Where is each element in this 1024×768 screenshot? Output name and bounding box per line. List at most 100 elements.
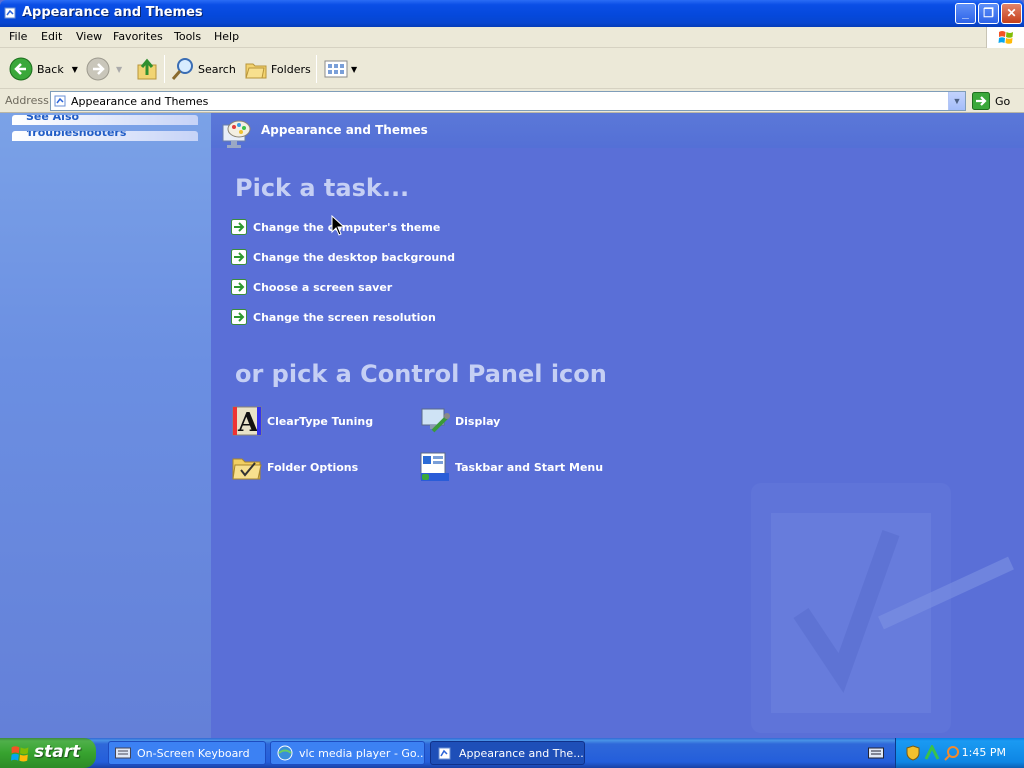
main-content: Appearance and Themes Pick a task... Cha…: [211, 113, 1024, 738]
appearance-themes-icon: [222, 120, 251, 148]
see-also-panel-header[interactable]: See Also »: [12, 115, 198, 125]
chevron-icon: »: [26, 131, 188, 136]
forward-button[interactable]: ▼: [86, 56, 122, 82]
windows-flag-icon: [998, 31, 1013, 44]
clock: 1:45 PM: [961, 746, 1006, 759]
restore-icon: ❐: [983, 6, 994, 20]
address-label: Address: [5, 94, 49, 107]
globe-icon: [277, 745, 293, 761]
address-input[interactable]: Appearance and Themes ▼: [50, 91, 966, 111]
start-button[interactable]: start: [0, 738, 96, 768]
cleartype-tuning-link[interactable]: A ClearType Tuning: [231, 405, 373, 437]
taskbar-item-label: vlc media player - Go...: [299, 746, 424, 760]
window-title: Appearance and Themes: [22, 5, 203, 20]
menu-view[interactable]: View: [76, 30, 102, 43]
menu-tools[interactable]: Tools: [174, 30, 201, 43]
cleartype-icon: A: [232, 406, 262, 437]
task-link-desktop-background[interactable]: Change the desktop background: [231, 248, 455, 266]
task-label: Change the screen resolution: [253, 310, 436, 324]
up-folder-icon: [137, 58, 157, 80]
green-arrow-icon: [231, 279, 247, 295]
green-arrow-icon: [231, 309, 247, 325]
address-dropdown-button[interactable]: ▼: [948, 92, 965, 110]
troubleshooters-panel-header[interactable]: Troubleshooters »: [12, 131, 198, 141]
chevron-icon: »: [26, 115, 188, 120]
control-panel-icon: [54, 95, 66, 107]
control-panel-icon: [4, 7, 16, 19]
windows-logo: [986, 27, 1024, 48]
category-header: Appearance and Themes: [211, 113, 1024, 148]
views-icon: [324, 60, 348, 78]
keyboard-icon: [115, 747, 131, 759]
views-button[interactable]: ▼: [324, 56, 357, 82]
back-button[interactable]: Back ▼: [9, 56, 78, 82]
chevron-down-icon: ▼: [952, 96, 962, 106]
system-tray: 1:45 PM: [895, 738, 1024, 768]
forward-arrow-icon: [86, 57, 110, 81]
checkmark-watermark-icon: [751, 483, 1014, 733]
task-label: Change the computer's theme: [253, 220, 441, 234]
taskbar-item-on-screen-keyboard[interactable]: On-Screen Keyboard: [108, 741, 266, 765]
close-button[interactable]: ✕: [1001, 3, 1022, 24]
task-link-screen-saver[interactable]: Choose a screen saver: [231, 278, 392, 296]
task-link-screen-resolution[interactable]: Change the screen resolution: [231, 308, 436, 326]
icon-label: Display: [455, 414, 501, 428]
up-folder-button[interactable]: [136, 56, 158, 82]
menu-bar: File Edit View Favorites Tools Help: [0, 27, 1024, 48]
back-arrow-icon: [9, 57, 33, 81]
icon-label: Taskbar and Start Menu: [455, 460, 604, 474]
task-label: Change the desktop background: [253, 250, 455, 264]
green-arrow-icon: [231, 249, 247, 265]
restore-button[interactable]: ❐: [978, 3, 999, 24]
taskbar-start-menu-link[interactable]: Taskbar and Start Menu: [419, 451, 603, 483]
minimize-icon: _: [962, 6, 969, 20]
taskbar-start-menu-icon: [420, 452, 449, 481]
folders-label: Folders: [271, 62, 311, 76]
toolbar-separator: [316, 55, 317, 83]
pick-task-heading: Pick a task...: [235, 174, 410, 202]
menu-help[interactable]: Help: [214, 30, 239, 43]
go-button[interactable]: Go: [972, 92, 1022, 110]
folder-options-link[interactable]: Folder Options: [231, 451, 358, 483]
display-link[interactable]: Display: [419, 405, 500, 437]
icon-label: ClearType Tuning: [267, 414, 374, 428]
address-bar: Address Appearance and Themes ▼ Go: [0, 89, 1024, 113]
taskbar-item-label: On-Screen Keyboard: [137, 746, 250, 760]
back-dropdown-icon[interactable]: ▼: [72, 65, 78, 74]
taskbar-item-vlc[interactable]: vlc media player - Go...: [270, 741, 425, 765]
forward-dropdown-icon[interactable]: ▼: [116, 65, 122, 74]
menu-edit[interactable]: Edit: [41, 30, 62, 43]
mouse-cursor-icon: [331, 215, 345, 236]
magnifier-icon[interactable]: [944, 745, 960, 761]
go-label: Go: [995, 94, 1011, 108]
address-value: Appearance and Themes: [71, 95, 209, 108]
display-icon: [421, 408, 450, 433]
pick-icon-heading: or pick a Control Panel icon: [235, 360, 607, 388]
start-label: start: [34, 742, 81, 762]
task-pane: See Also » Troubleshooters »: [0, 113, 211, 738]
network-icon[interactable]: [924, 745, 940, 761]
toolbar-separator: [164, 55, 165, 83]
windows-flag-icon: [11, 746, 29, 762]
search-label: Search: [198, 62, 236, 76]
menu-file[interactable]: File: [9, 30, 27, 43]
keyboard-layout-icon[interactable]: [868, 747, 884, 759]
close-icon: ✕: [1006, 6, 1017, 20]
go-arrow-icon: [972, 92, 990, 110]
control-panel-icon: [438, 747, 451, 760]
folders-icon: [245, 63, 267, 79]
views-dropdown-icon: ▼: [351, 64, 358, 74]
taskbar-item-appearance-themes[interactable]: Appearance and The...: [430, 741, 585, 765]
security-shield-icon[interactable]: [906, 745, 920, 761]
back-label: Back: [37, 62, 64, 76]
folder-options-icon: [232, 458, 262, 480]
menu-favorites[interactable]: Favorites: [113, 30, 163, 43]
svg-text:A: A: [237, 408, 259, 437]
taskbar: start On-Screen Keyboard vlc media playe…: [0, 738, 1024, 768]
title-bar[interactable]: Appearance and Themes _ ❐ ✕: [0, 0, 1024, 27]
search-button[interactable]: Search: [171, 56, 236, 82]
icon-label: Folder Options: [267, 460, 359, 474]
folders-button[interactable]: Folders: [244, 56, 311, 82]
minimize-button[interactable]: _: [955, 3, 976, 24]
toolbar: Back ▼ ▼ Search Folders ▼: [0, 48, 1024, 89]
